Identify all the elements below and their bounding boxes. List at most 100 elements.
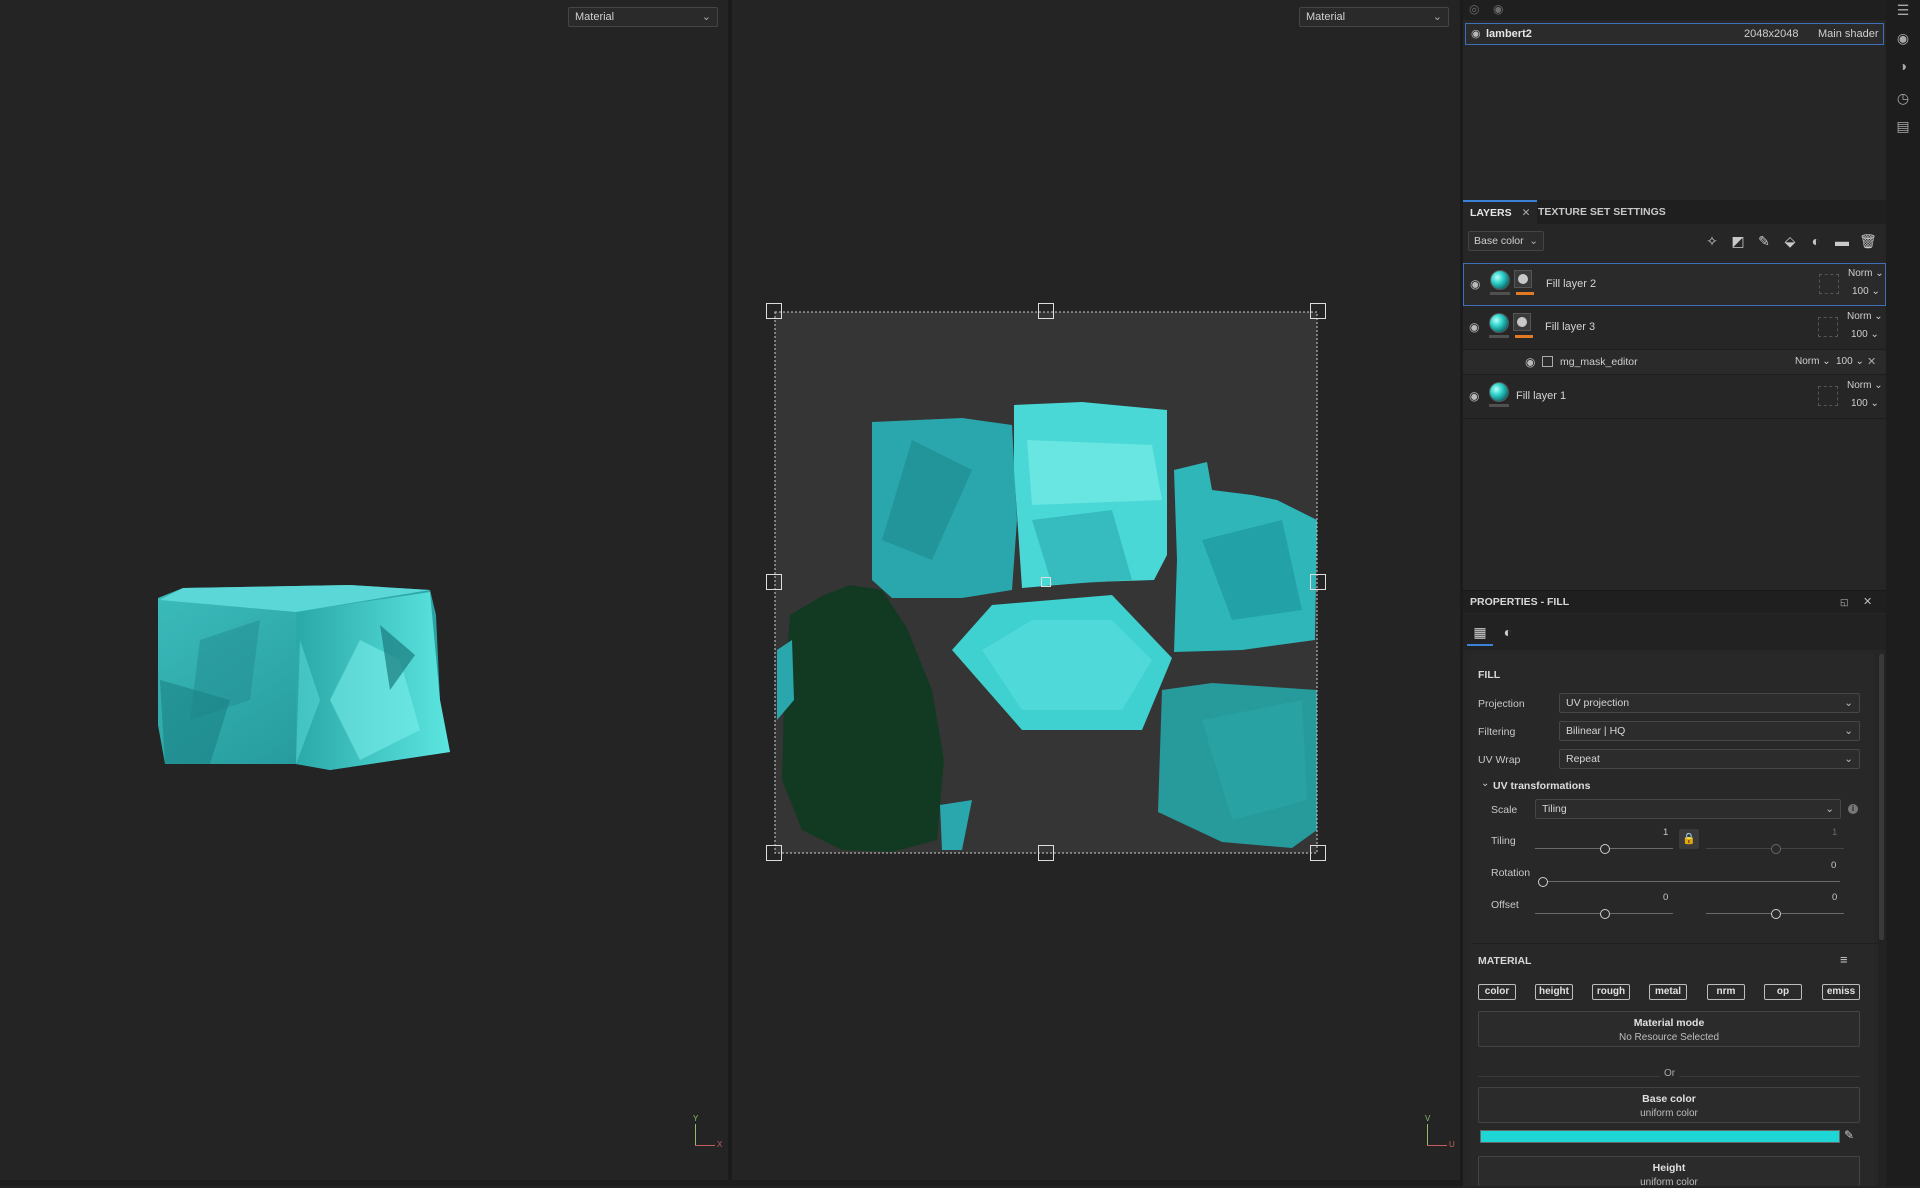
effect-thumbnail [1542,356,1553,367]
texture-set-list: ◎ ◉ ◉ lambert2 2048x2048 Main shader [1463,0,1886,200]
chevron-down-icon: ⌄ [1844,697,1853,709]
axis-gizmo-3d: Y X [690,1114,722,1150]
layer-row[interactable]: ◉ Fill layer 1 Norm ⌄ 100 ⌄ [1463,376,1886,419]
properties-tabs: ▦ ◐ [1463,614,1886,650]
viewport-uv[interactable]: Material ⌄ V U [732,0,1460,1180]
hide-all-icon[interactable]: ◎ [1469,2,1479,16]
layer-opacity[interactable]: 100 ⌄ [1851,398,1879,409]
show-all-icon[interactable]: ◉ [1493,2,1503,16]
base-color-swatch[interactable] [1480,1130,1840,1143]
channel-chip-color[interactable]: color [1478,984,1516,1000]
layer-geometry-mask-slot[interactable] [1818,386,1838,406]
eye-icon[interactable]: ◉ [1525,355,1535,369]
scrollbar-thumb[interactable] [1879,654,1884,940]
history-icon[interactable]: ◷ [1895,90,1911,106]
tab-texture-set-settings-label: TEXTURE SET SETTINGS [1538,206,1666,218]
eye-icon[interactable]: ◉ [1469,320,1479,334]
add-fill-layer-icon[interactable]: ⬙ [1781,232,1799,250]
mask-thumbnail[interactable] [1514,270,1532,288]
channel-chip-nrm[interactable]: nrm [1707,984,1745,1000]
delete-layer-icon[interactable]: 🗑 [1859,232,1877,250]
eye-icon[interactable]: ◉ [1470,277,1480,291]
properties-scrollbar[interactable] [1878,654,1885,1186]
transform-handle-br[interactable] [1310,845,1326,861]
chevron-down-icon: ⌄ [1844,753,1853,765]
add-paint-layer-icon[interactable]: ✎ [1755,232,1773,250]
chevron-down-icon: ⌄ [1825,803,1834,815]
fill-settings-tab-icon[interactable]: ▦ [1467,620,1493,646]
mask-effect-row[interactable]: ◉ mg_mask_editor Norm ⌄ 100 ⌄ ✕ [1463,350,1886,375]
layer-geometry-mask-slot[interactable] [1818,317,1838,337]
layer-blend-mode[interactable]: Norm ⌄ [1847,380,1883,391]
uvwrap-select[interactable]: Repeat ⌄ [1559,749,1860,769]
scale-select[interactable]: Tiling ⌄ [1535,799,1841,819]
projection-select[interactable]: UV projection ⌄ [1559,693,1860,713]
channel-chip-op[interactable]: op [1764,984,1802,1000]
remove-effect-icon[interactable]: ✕ [1867,355,1876,368]
add-mask-icon[interactable]: ◩ [1729,232,1747,250]
layer-opacity[interactable]: 100 ⌄ [1852,286,1880,297]
layer-blend-mode[interactable]: Norm ⌄ [1847,311,1883,322]
chip-label: metal [1654,986,1682,997]
transform-handle-center[interactable] [1041,577,1051,587]
material-tab-icon[interactable]: ◐ [1495,620,1521,644]
transform-handle-bl[interactable] [766,845,782,861]
channel-chip-rough[interactable]: rough [1592,984,1630,1000]
layer-row[interactable]: ◉ Fill layer 3 Norm ⌄ 100 ⌄ [1463,307,1886,350]
close-icon[interactable]: ✕ [1522,207,1531,219]
effect-opacity-value: 100 [1836,356,1853,367]
texture-set-row[interactable]: ◉ lambert2 2048x2048 Main shader [1465,23,1884,45]
layer-geometry-mask-slot[interactable] [1819,274,1839,294]
log-icon[interactable]: ▤ [1895,118,1911,134]
transform-handle-tl[interactable] [766,303,782,319]
layer-blend-mode[interactable]: Norm ⌄ [1848,268,1884,279]
mask-thumbnail[interactable] [1513,313,1531,331]
transform-handle-tr[interactable] [1310,303,1326,319]
scale-value: Tiling [1542,803,1567,815]
chevron-down-icon[interactable]: ⌄ [1481,778,1489,789]
eyedropper-icon[interactable]: ✎ [1844,1128,1854,1142]
layer-row[interactable]: ◉ Fill layer 2 Norm ⌄ 100 ⌄ [1463,263,1886,306]
base-color-title: Base color [1642,1093,1696,1105]
axis-u-label: U [1449,1140,1455,1149]
effect-opacity[interactable]: 100 ⌄ [1836,356,1864,367]
lock-icon[interactable]: 🔒 [1679,829,1699,849]
tab-layers[interactable]: LAYERS ✕ [1463,200,1538,224]
material-mode-slot[interactable]: Material mode No Resource Selected [1478,1011,1860,1047]
layer-thumbnail [1489,313,1509,333]
right-icon-strip: ☰ ◉ ◑ ◷ ▤ [1886,0,1920,1186]
camera-icon[interactable]: ◉ [1895,30,1911,46]
display-settings-icon[interactable]: ☰ [1895,2,1911,18]
channel-chip-metal[interactable]: metal [1649,984,1687,1000]
add-smart-material-icon[interactable]: ◐ [1807,232,1825,250]
base-color-slot[interactable]: Base color uniform color [1478,1087,1860,1123]
chip-label: color [1484,986,1510,997]
height-subtitle: uniform color [1640,1177,1698,1188]
transform-handle-mr[interactable] [1310,574,1326,590]
undock-icon[interactable]: ◱ [1840,597,1849,608]
close-icon[interactable]: ✕ [1863,595,1872,608]
filtering-select[interactable]: Bilinear | HQ ⌄ [1559,721,1860,741]
channel-chip-height[interactable]: height [1535,984,1573,1000]
channel-select[interactable]: Base color ⌄ [1468,231,1544,251]
transform-handle-tm[interactable] [1038,303,1054,319]
texture-set-shader: Main shader [1818,28,1879,40]
chip-label: op [1776,986,1790,997]
material-options-icon[interactable]: ≡ [1840,952,1848,967]
height-title: Height [1652,1162,1686,1174]
viewport-3d[interactable]: Material ⌄ Y X [0,0,728,1180]
eye-icon[interactable]: ◉ [1469,389,1479,403]
transform-handle-ml[interactable] [766,574,782,590]
shader-settings-icon[interactable]: ◑ [1895,58,1911,74]
channel-chip-emiss[interactable]: emiss [1822,984,1860,1000]
height-slot[interactable]: Height uniform color [1478,1156,1860,1188]
add-folder-icon[interactable]: ▬ [1833,232,1851,250]
transform-handle-bm[interactable] [1038,845,1054,861]
eye-icon[interactable]: ◉ [1471,24,1481,44]
chip-label: rough [1596,986,1626,997]
layer-opacity[interactable]: 100 ⌄ [1851,329,1879,340]
effect-blend-mode[interactable]: Norm ⌄ [1795,356,1831,367]
uv-layout-render [774,311,1318,854]
add-effect-icon[interactable]: ✧ [1703,232,1721,250]
tab-texture-set-settings[interactable]: TEXTURE SET SETTINGS [1531,200,1673,224]
